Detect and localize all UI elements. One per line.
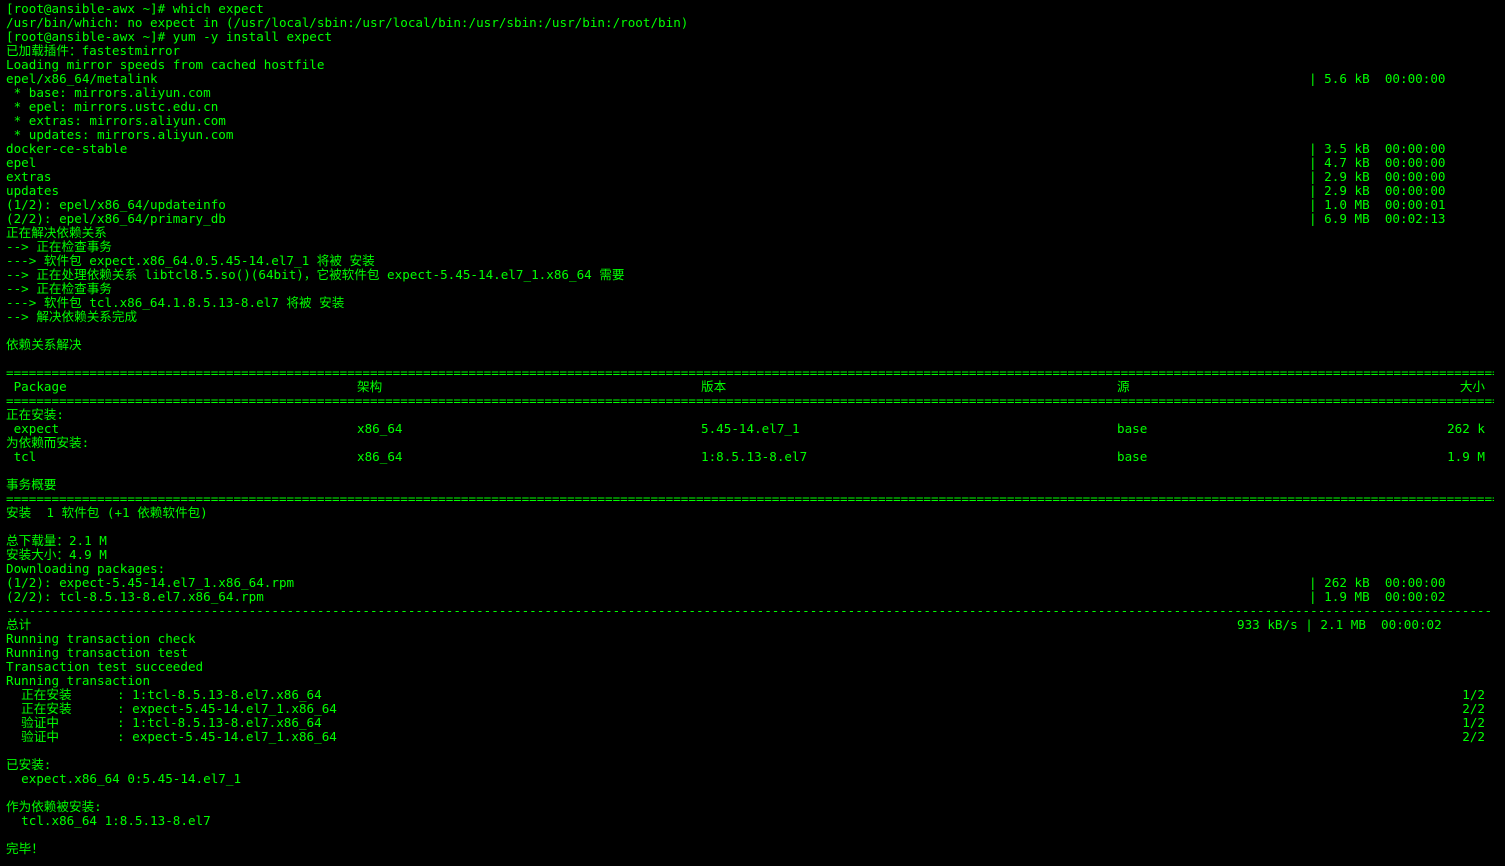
repo-line: * epel: mirrors.ustc.edu.cn [6,99,219,114]
section-label: 已安装: [6,757,52,772]
section-label: 为依赖而安装: [6,435,90,450]
repo-line: * base: mirrors.aliyun.com [6,85,211,100]
table-header: Package 架构 版本 源 大小 [6,380,1505,394]
step-line: 正在安装 : expect-5.45-14.el7_1.x86_64 2/2 [6,701,1485,716]
output-line: ---> 软件包 tcl.x86_64.1.8.5.13-8.el7 将被 安装 [6,295,345,310]
repo-line: docker-ce-stable | 3.5 kB 00:00:00 [6,141,1446,156]
output-line: --> 正在处理依赖关系 libtcl8.5.so()(64bit)，它被软件包… [6,267,625,282]
separator-line: ========================================… [6,394,1494,408]
output-line: tcl.x86_64 1:8.5.13-8.el7 [6,813,211,828]
repo-line: epel | 4.7 kB 00:00:00 [6,155,1446,170]
command-line: [root@ansible-awx ~]# yum -y install exp… [6,29,333,44]
output-line: Running transaction test [6,645,188,660]
repo-line: * updates: mirrors.aliyun.com [6,127,234,142]
output-line: 安装 1 软件包 (+1 依赖软件包) [6,505,208,520]
step-line: 验证中 : 1:tcl-8.5.13-8.el7.x86_64 1/2 [6,715,1485,730]
repo-line: extras | 2.9 kB 00:00:00 [6,169,1446,184]
output-line: --> 解决依赖关系完成 [6,309,138,324]
section-label: 事务概要 [6,477,57,492]
output-line: ---> 软件包 expect.x86_64.0.5.45-14.el7_1 将… [6,253,375,268]
column-header-version: 版本 [701,379,727,394]
output-line: 依赖关系解决 [6,337,82,352]
repo-line: updates | 2.9 kB 00:00:00 [6,183,1446,198]
repo-line: * extras: mirrors.aliyun.com [6,113,226,128]
scrollbar[interactable] [1495,0,1505,866]
output-line: 总下载量：2.1 M [6,533,107,548]
table-row: expect x86_64 5.45-14.el7_1 base 262 k [6,421,1485,436]
repo-line: epel/x86_64/metalink | 5.6 kB 00:00:00 [6,71,1446,86]
output-line: expect.x86_64 0:5.45-14.el7_1 [6,771,242,786]
output-line: --> 正在检查事务 [6,239,112,254]
output-line: Downloading packages: [6,561,166,576]
repo-line: (1/2): epel/x86_64/updateinfo | 1.0 MB 00… [6,197,1446,212]
section-label: 正在安装: [6,407,64,422]
column-header-arch: 架构 [357,379,383,394]
separator-line: ========================================… [6,366,1494,380]
step-line: 验证中 : expect-5.45-14.el7_1.x86_64 2/2 [6,729,1485,744]
total-line: 总计 933 kB/s | 2.1 MB 00:00:02 [6,617,1442,632]
table-row: tcl x86_64 1:8.5.13-8.el7 base 1.9 M [6,449,1485,464]
column-header-repo: 源 [1117,379,1130,394]
done-line: 完毕！ [6,841,44,856]
output-line: Running transaction check [6,631,196,646]
repo-line: (2/2): epel/x86_64/primary_db | 6.9 MB 00… [6,211,1446,226]
output-line: Running transaction [6,673,151,688]
output-line: /usr/bin/which: no expect in (/usr/local… [6,15,689,30]
step-line: 正在安装 : 1:tcl-8.5.13-8.el7.x86_64 1/2 [6,687,1485,702]
terminal-window[interactable]: [root@ansible-awx ~]# which expect /usr/… [0,0,1505,866]
section-label: 作为依赖被安装: [6,799,102,814]
command-line: [root@ansible-awx ~]# which expect [6,1,264,16]
output-line: Transaction test succeeded [6,659,204,674]
output-line: 正在解决依赖关系 [6,225,107,240]
output-line: Loading mirror speeds from cached hostfi… [6,57,325,72]
download-line: (2/2): tcl-8.5.13-8.el7.x86_64.rpm | 1.9 … [6,589,1446,604]
column-header-size: 大小 [1459,379,1485,394]
output-line: 安装大小：4.9 M [6,547,107,562]
output-line: 已加载插件：fastestmirror [6,43,181,58]
output-line: --> 正在检查事务 [6,281,112,296]
separator-line: ========================================… [6,492,1494,506]
download-line: (1/2): expect-5.45-14.el7_1.x86_64.rpm | … [6,575,1446,590]
separator-line: ----------------------------------------… [6,604,1494,618]
column-header-package: Package [6,379,67,394]
